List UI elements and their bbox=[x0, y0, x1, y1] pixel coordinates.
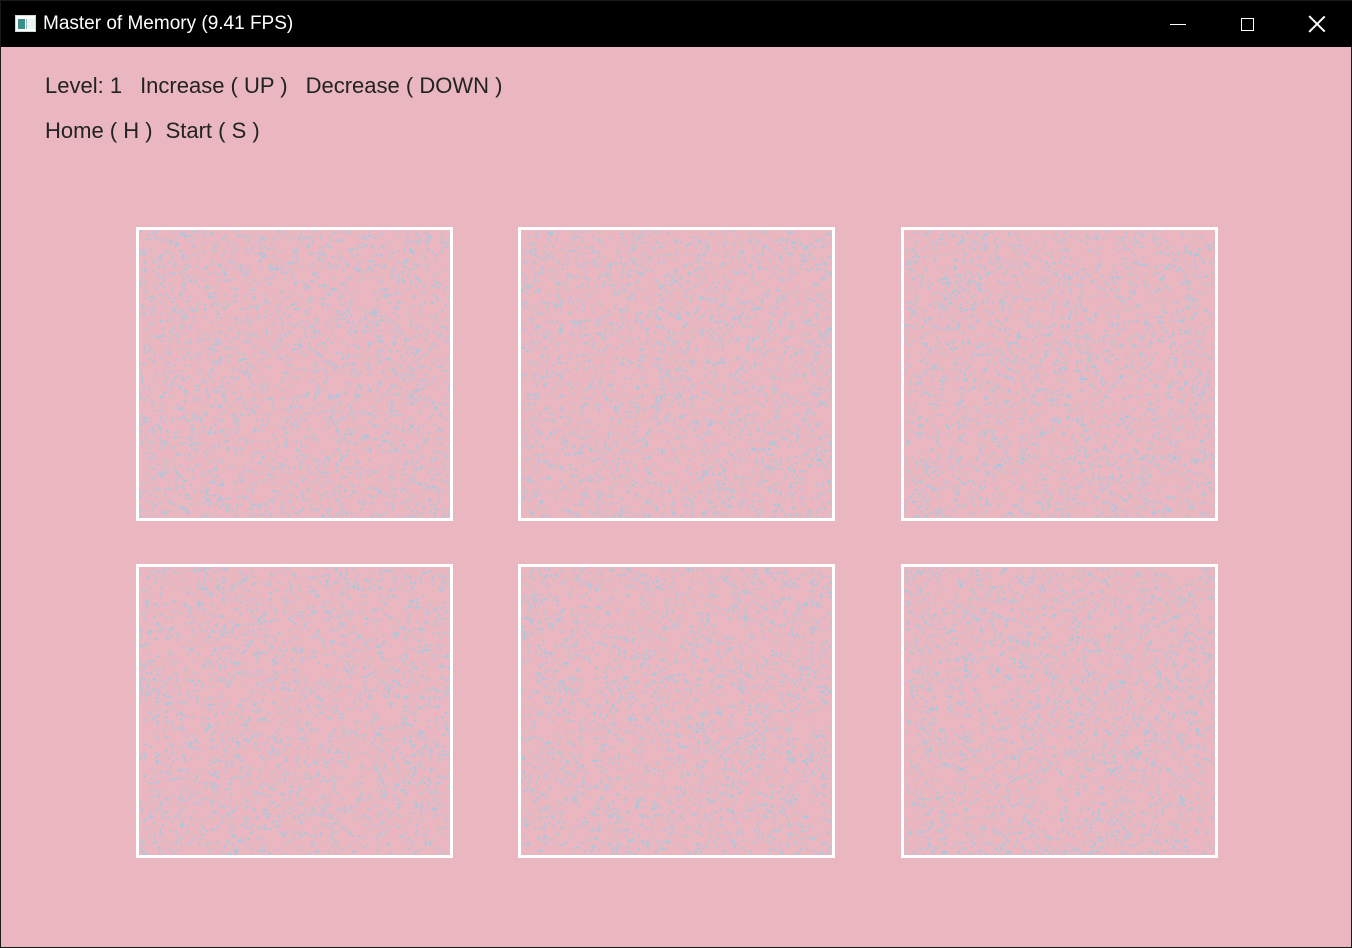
decrease-level-hint: Decrease ( DOWN ) bbox=[305, 73, 503, 98]
hud-bottom-line: Home ( H ) Start ( S ) bbox=[45, 117, 260, 145]
close-button[interactable] bbox=[1282, 1, 1352, 47]
game-window: Master of Memory (9.41 FPS) Level: 1 Incr… bbox=[0, 0, 1352, 948]
memory-card-1[interactable] bbox=[136, 227, 453, 521]
start-hint: Start ( S ) bbox=[165, 118, 260, 143]
memory-card-2[interactable] bbox=[518, 227, 835, 521]
home-hint: Home ( H ) bbox=[45, 118, 153, 143]
maximize-button[interactable] bbox=[1212, 1, 1282, 47]
window-title: Master of Memory (9.41 FPS) bbox=[43, 13, 294, 34]
minimize-button[interactable] bbox=[1143, 1, 1213, 47]
memory-card-3[interactable] bbox=[901, 227, 1218, 521]
memory-card-4[interactable] bbox=[136, 564, 453, 858]
dot-noise-pattern bbox=[904, 230, 1215, 518]
memory-card-6[interactable] bbox=[901, 564, 1218, 858]
dot-noise-pattern bbox=[521, 567, 832, 855]
dot-noise-pattern bbox=[521, 230, 832, 518]
minimize-icon bbox=[1170, 23, 1186, 25]
dot-noise-pattern bbox=[139, 230, 450, 518]
hud-top-line: Level: 1 Increase ( UP ) Decrease ( DOWN ) bbox=[45, 72, 502, 100]
app-window-icon bbox=[15, 15, 36, 32]
dot-noise-pattern bbox=[904, 567, 1215, 855]
dot-noise-pattern bbox=[139, 567, 450, 855]
maximize-icon bbox=[1240, 17, 1254, 31]
close-icon bbox=[1308, 15, 1326, 33]
level-indicator: Level: 1 bbox=[45, 73, 123, 98]
title-bar[interactable]: Master of Memory (9.41 FPS) bbox=[1, 1, 1352, 47]
memory-card-5[interactable] bbox=[518, 564, 835, 858]
increase-level-hint: Increase ( UP ) bbox=[140, 73, 288, 98]
